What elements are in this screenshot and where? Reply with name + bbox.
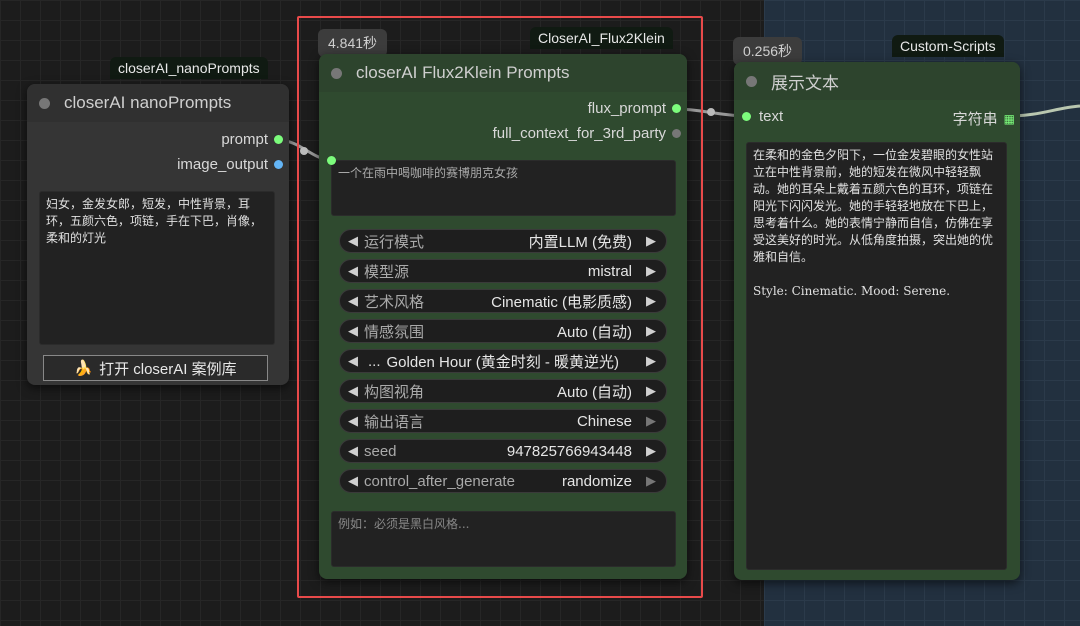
output-image[interactable]: image_output: [177, 156, 283, 173]
banana-icon: 🍌: [74, 360, 94, 377]
open-case-library-button[interactable]: 🍌 打开 closerAI 案例库: [43, 355, 268, 381]
node-badge: Custom-Scripts: [892, 35, 1004, 57]
exec-time: 0.256秒: [733, 37, 803, 65]
output-label: image_output: [177, 156, 268, 173]
show-text-node[interactable]: 展示文本 text 字符串 ▦ 在柔和的金色夕阳下，一位金发碧眼的女性站立在中性…: [734, 62, 1020, 580]
output-label: 字符串: [952, 111, 998, 128]
output-port[interactable]: [274, 160, 283, 169]
node-title: closerAI nanoPrompts: [64, 93, 232, 112]
node-header[interactable]: 展示文本: [734, 62, 1020, 100]
nano-prompts-node[interactable]: closerAI nanoPrompts prompt image_output…: [27, 84, 289, 385]
input-label: text: [759, 108, 784, 125]
output-label: prompt: [221, 131, 268, 148]
wire-midpoint: [707, 108, 715, 116]
collapse-dot[interactable]: [746, 75, 757, 87]
display-textarea[interactable]: 在柔和的金色夕阳下，一位金发碧眼的女性站立在中性背景前，她的短发在微风中轻轻飘动…: [746, 142, 1007, 570]
input-port[interactable]: [742, 112, 751, 121]
collapse-dot[interactable]: [39, 97, 50, 109]
output-string[interactable]: 字符串 ▦: [952, 108, 1015, 129]
button-label: 打开 closerAI 案例库: [99, 360, 237, 378]
output-prompt[interactable]: prompt: [221, 131, 283, 148]
node-title: 展示文本: [771, 73, 839, 93]
output-port[interactable]: [274, 135, 283, 144]
grid-icon[interactable]: ▦: [1004, 112, 1015, 126]
prompt-textarea[interactable]: 妇女，金发女郎，短发，中性背景，耳环，五颜六色，项链，手在下巴，肖像，柔和的灯光: [39, 191, 275, 345]
input-text[interactable]: text: [742, 108, 783, 125]
node-header[interactable]: closerAI nanoPrompts: [27, 84, 289, 122]
node-badge: closerAI_nanoPrompts: [110, 57, 268, 79]
selection-outline: [297, 16, 703, 598]
